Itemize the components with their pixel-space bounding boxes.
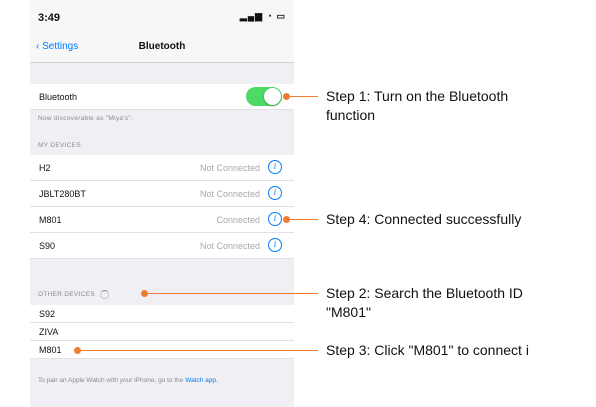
other-devices-header: OTHER DEVICES bbox=[38, 290, 110, 299]
footer-note: To pair an Apple Watch with your iPhone,… bbox=[38, 376, 278, 385]
step1-annotation: Step 1: Turn on the Bluetooth function bbox=[326, 88, 509, 123]
signal-wifi-battery-icon: ▂▄▆ ◔ ▭ bbox=[239, 11, 286, 21]
step4-marker-dot bbox=[283, 216, 290, 223]
step3-marker-dot bbox=[74, 347, 81, 354]
step4-annotation: Step 4: Connected successfully bbox=[326, 211, 522, 227]
device-row-m801[interactable]: M801 Connected i bbox=[30, 207, 294, 233]
bluetooth-label: Bluetooth bbox=[39, 92, 78, 102]
device-status: Not Connected bbox=[199, 189, 260, 199]
bluetooth-toggle[interactable] bbox=[246, 87, 282, 106]
watch-app-link[interactable]: Watch app. bbox=[185, 377, 218, 384]
phone-screen: 3:49 ▂▄▆ ◔ ▭ ‹ Settings Bluetooth Blueto… bbox=[30, 0, 294, 407]
info-icon[interactable]: i bbox=[268, 160, 282, 174]
device-name: ZIVA bbox=[39, 327, 59, 337]
device-name: M801 bbox=[39, 345, 62, 355]
device-name: S92 bbox=[39, 309, 56, 319]
other-device-row-s92[interactable]: S92 bbox=[30, 305, 294, 323]
device-name: S90 bbox=[39, 241, 56, 251]
device-status: Not Connected bbox=[199, 241, 260, 251]
step2-leader-line bbox=[148, 293, 318, 294]
device-name: H2 bbox=[39, 163, 51, 173]
step4-leader-line bbox=[290, 219, 318, 220]
footer-text: To pair an Apple Watch with your iPhone,… bbox=[38, 377, 184, 384]
status-time: 3:49 bbox=[38, 12, 61, 24]
info-icon[interactable]: i bbox=[268, 238, 282, 252]
my-devices-header: MY DEVICES bbox=[38, 142, 81, 149]
step1-leader-line bbox=[290, 96, 318, 97]
page-title: Bluetooth bbox=[138, 41, 186, 52]
bluetooth-toggle-row: Bluetooth bbox=[30, 84, 294, 110]
step2-annotation: Step 2: Search the Bluetooth ID "M801" bbox=[326, 285, 523, 320]
other-devices-label: OTHER DEVICES bbox=[38, 291, 95, 299]
step1-marker-dot bbox=[283, 93, 290, 100]
step2-marker-dot bbox=[141, 290, 148, 297]
step3-annotation: Step 3: Click "M801" to connect i bbox=[326, 342, 529, 358]
info-icon[interactable]: i bbox=[268, 212, 282, 226]
device-name: M801 bbox=[39, 215, 62, 225]
info-icon[interactable]: i bbox=[268, 186, 282, 200]
status-bar: 3:49 ▂▄▆ ◔ ▭ bbox=[30, 0, 294, 30]
discoverable-text: Now discoverable as "Miya's". bbox=[38, 115, 134, 122]
device-status: Not Connected bbox=[199, 163, 260, 173]
other-device-row-ziva[interactable]: ZIVA bbox=[30, 323, 294, 341]
device-row-jblt280bt[interactable]: JBLT280BT Not Connected i bbox=[30, 181, 294, 207]
nav-bar: ‹ Settings Bluetooth bbox=[30, 30, 294, 63]
device-row-s90[interactable]: S90 Not Connected i bbox=[30, 233, 294, 259]
step3-leader-line bbox=[81, 350, 318, 351]
toggle-knob bbox=[264, 88, 281, 105]
device-name: JBLT280BT bbox=[39, 189, 86, 199]
device-row-h2[interactable]: H2 Not Connected i bbox=[30, 155, 294, 181]
device-status: Connected bbox=[216, 215, 260, 225]
loading-spinner-icon bbox=[100, 290, 110, 299]
